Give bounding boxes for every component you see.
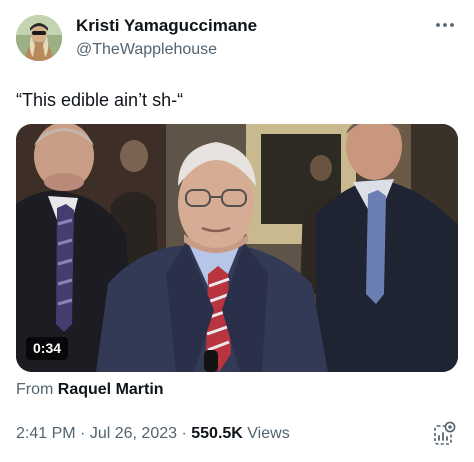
attribution-line: From Raquel Martin	[16, 380, 164, 400]
video-player[interactable]: 0:34	[16, 124, 458, 372]
meta-separator: ·	[80, 425, 86, 442]
tweet-date[interactable]: Jul 26, 2023	[90, 425, 177, 442]
views-count: 550.5K	[191, 425, 243, 442]
avatar-image	[16, 15, 62, 61]
avatar[interactable]	[16, 15, 62, 61]
tweet-text: “This edible ain’t sh-“	[16, 90, 184, 110]
attribution-author-link[interactable]: Raquel Martin	[58, 381, 164, 398]
meta-separator: ·	[181, 425, 187, 442]
display-name[interactable]: Kristi Yamaguccimane	[76, 15, 257, 37]
attribution-prefix: From	[16, 381, 54, 398]
video-duration-badge: 0:34	[26, 337, 69, 360]
analytics-icon[interactable]	[432, 421, 456, 447]
video-thumbnail	[16, 124, 458, 372]
username-handle[interactable]: @TheWapplehouse	[76, 40, 217, 60]
tweet-time[interactable]: 2:41 PM	[16, 425, 76, 442]
views-label: Views	[247, 425, 290, 442]
tweet-meta: 2:41 PM · Jul 26, 2023 · 550.5K Views	[16, 424, 290, 444]
more-icon[interactable]	[434, 18, 456, 32]
